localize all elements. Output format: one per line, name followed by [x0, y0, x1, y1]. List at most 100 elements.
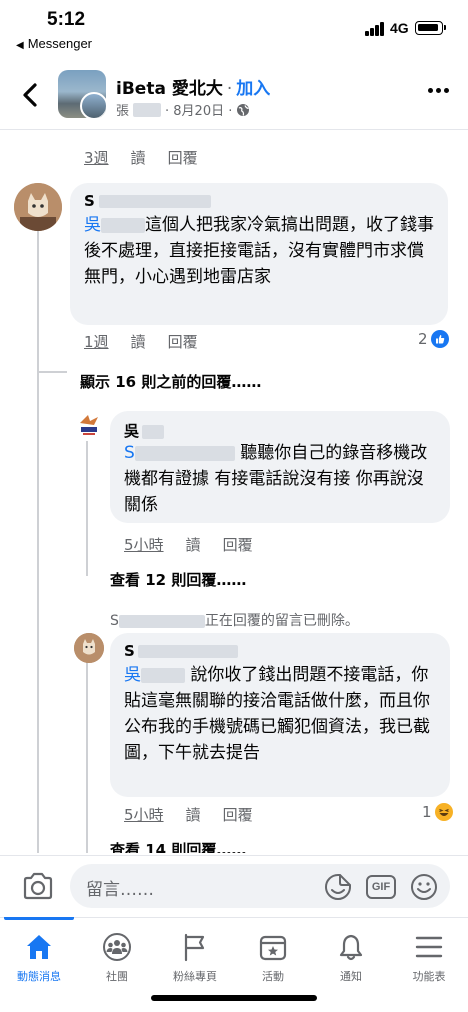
comment-author[interactable]: S: [84, 192, 434, 212]
reply-button[interactable]: 回覆: [223, 806, 253, 824]
tab-label: 活動: [262, 970, 284, 983]
mention-link[interactable]: 吳: [124, 665, 185, 685]
show-previous-replies[interactable]: 顯示 16 則之前的回覆……: [80, 371, 261, 392]
tab-label: 粉絲專頁: [173, 970, 217, 983]
view-more-replies[interactable]: 查看 14 則回覆……: [110, 839, 246, 853]
reply-button[interactable]: 回覆: [223, 536, 253, 554]
redacted-name: [101, 217, 145, 233]
redacted-name: [98, 195, 211, 208]
view-more-replies[interactable]: 查看 12 則回覆……: [110, 569, 246, 590]
post-meta: 張 · 8月20日 ·: [116, 100, 250, 119]
reply-bubble[interactable]: 吳 S 聽聽你自己的錄音移機改機都有證據 有接電話說沒有接 你再說沒關係: [110, 411, 450, 523]
mention-name[interactable]: S: [124, 443, 135, 463]
deleted-text: 正在回覆的留言已刪除。: [204, 613, 359, 629]
cat-avatar-icon: [14, 183, 62, 231]
redacted-name: [137, 645, 238, 658]
back-triangle-icon: ◀: [16, 40, 24, 51]
tab-news-feed[interactable]: 動態消息: [0, 917, 78, 988]
tab-events[interactable]: 活動: [234, 918, 312, 988]
join-group-button[interactable]: 加入: [236, 79, 270, 99]
reply-button[interactable]: 回覆: [168, 149, 198, 167]
flag-icon: [184, 933, 205, 962]
groups-icon: [103, 933, 131, 961]
back-app-label: Messenger: [27, 36, 93, 51]
group-avatar[interactable]: [58, 70, 106, 118]
reply-author[interactable]: S: [124, 642, 436, 662]
mention-name[interactable]: 吳: [124, 665, 141, 685]
emoji-icon[interactable]: [410, 873, 438, 901]
comment-actions: 1週 讀 回覆: [84, 331, 220, 352]
group-name[interactable]: iBeta 愛北大: [116, 79, 223, 99]
comment-time[interactable]: 3週: [84, 149, 109, 167]
read-button[interactable]: 讀: [186, 806, 201, 824]
poster-name[interactable]: 張: [116, 100, 129, 119]
tab-label: 動態消息: [17, 970, 61, 983]
comment-bubble[interactable]: S 吳這個人把我家冷氣搞出問題，收了錢事後不處理，直接拒接電話，沒有實體門市求償…: [70, 183, 448, 325]
commenter-avatar[interactable]: [14, 183, 62, 231]
redacted-name: [142, 424, 165, 439]
mention-link[interactable]: S: [124, 443, 235, 463]
reply-avatar[interactable]: [74, 633, 104, 663]
logo-avatar-icon: [74, 409, 104, 439]
mention-link[interactable]: 吳: [84, 215, 145, 235]
reaction-summary[interactable]: 1: [422, 803, 453, 821]
tab-groups[interactable]: 社團: [78, 918, 156, 988]
home-indicator[interactable]: [151, 995, 317, 1001]
redacted-name: [133, 102, 162, 117]
bell-icon: [339, 934, 363, 961]
battery-icon: [415, 21, 446, 35]
more-options-icon[interactable]: [428, 88, 450, 96]
reply-time[interactable]: 5小時: [124, 806, 164, 824]
thread-line: [86, 661, 88, 853]
tab-label: 功能表: [412, 970, 446, 983]
reply-text: S 聽聽你自己的錄音移機改機都有證據 有接電話說沒有接 你再說沒關係: [124, 440, 436, 518]
cat-avatar-icon: [74, 633, 104, 663]
tab-label: 社團: [106, 970, 128, 983]
comment-thread: 3週讀回覆 S 吳這個人把我家冷氣搞出問題，收了錢事後不處理，直接拒接電話，沒有…: [0, 131, 468, 853]
read-button[interactable]: 讀: [131, 333, 146, 351]
post-header: iBeta 愛北大 · 加入 張 · 8月20日 ·: [0, 62, 468, 130]
poster-avatar[interactable]: [80, 92, 106, 118]
haha-icon: [434, 803, 453, 821]
tab-pages[interactable]: 粉絲專頁: [156, 918, 234, 988]
gif-button[interactable]: GIF: [366, 875, 396, 899]
reaction-summary[interactable]: 2: [418, 330, 449, 348]
reply-actions: 5小時 讀 回覆: [124, 534, 275, 555]
globe-icon: [237, 103, 250, 116]
author-name[interactable]: 吳: [124, 422, 139, 440]
reply-time[interactable]: 5小時: [124, 536, 164, 554]
read-button[interactable]: 讀: [131, 149, 146, 167]
reply-bubble[interactable]: S 吳 說你收了錢出問題不接電話，你貼這毫無關聯的接洽電話做什麼，而且你公布我的…: [110, 633, 450, 797]
reply-author[interactable]: 吳: [124, 420, 436, 440]
title-separator: ·: [226, 79, 233, 99]
redacted-name: [141, 667, 185, 683]
author-name[interactable]: S: [124, 642, 135, 660]
reply-avatar[interactable]: [74, 409, 104, 439]
author-name[interactable]: S: [84, 192, 95, 210]
post-date[interactable]: · 8月20日 ·: [165, 100, 232, 119]
comment-composer: 留言…… GIF: [0, 855, 468, 917]
read-button[interactable]: 讀: [186, 536, 201, 554]
reply-text: 吳 說你收了錢出問題不接電話，你貼這毫無關聯的接洽電話做什麼，而且你公布我的手機…: [124, 662, 436, 766]
back-to-app-link[interactable]: ◀ Messenger: [16, 36, 92, 51]
reply-button[interactable]: 回覆: [168, 333, 198, 351]
camera-icon[interactable]: [22, 872, 54, 900]
tab-notifications[interactable]: 通知: [312, 918, 390, 988]
status-time: 5:12: [47, 9, 86, 30]
comment-actions: 3週 讀 回覆: [84, 147, 220, 168]
header-title: iBeta 愛北大 · 加入: [116, 74, 270, 99]
back-arrow-icon[interactable]: [16, 80, 46, 110]
signal-icon: [365, 22, 385, 36]
mention-name[interactable]: 吳: [84, 215, 101, 235]
like-icon: [430, 330, 449, 348]
comment-time[interactable]: 1週: [84, 333, 109, 351]
thread-line: [37, 221, 39, 373]
status-bar: 5:12 ◀ Messenger 4G: [0, 0, 468, 56]
redacted-name: [134, 445, 235, 461]
tab-label: 通知: [340, 970, 362, 983]
sticker-icon[interactable]: [324, 873, 352, 901]
comment-input[interactable]: 留言…… GIF: [70, 864, 450, 908]
reaction-count: 2: [418, 330, 428, 348]
deleted-parent-notice: S 正在回覆的留言已刪除。: [110, 610, 359, 630]
tab-menu[interactable]: 功能表: [390, 918, 468, 988]
